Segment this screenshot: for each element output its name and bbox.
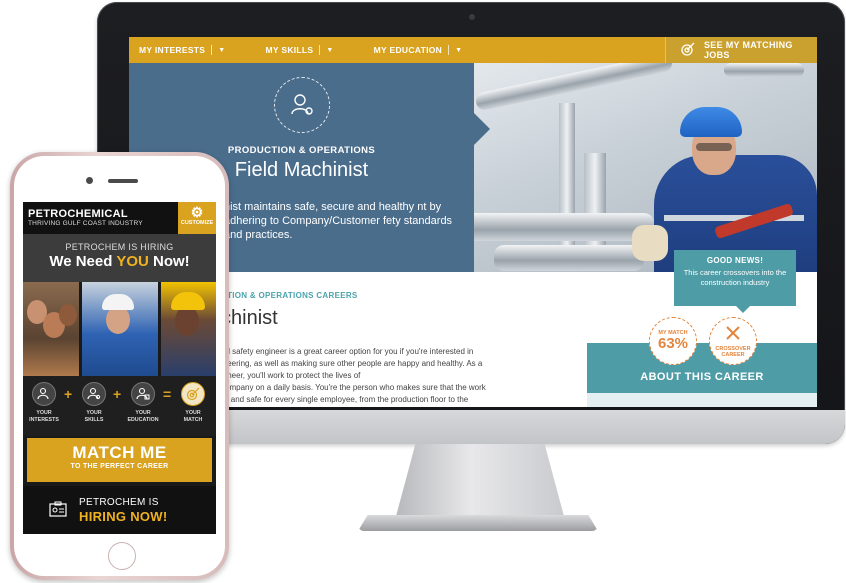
mobile-screen: PETROCHEMICAL THRIVING GULF COAST INDUST… — [23, 202, 216, 534]
target-icon — [680, 42, 696, 58]
match-me-button[interactable]: MATCH ME TO THE PERFECT CAREER — [27, 438, 212, 482]
hiring-banner: PETROCHEM IS HIRING We Need YOU Now! — [23, 234, 216, 282]
careers-body-line: gineer, you'll work to protect the lives… — [221, 371, 361, 380]
careers-body-line: company on a daily basis. You're the per… — [221, 383, 486, 392]
nav-my-skills-label: MY SKILLS — [265, 45, 314, 55]
callout-arrow — [736, 306, 750, 313]
worker-photo-strip — [23, 282, 216, 376]
phone-speaker — [108, 179, 138, 183]
id-card-icon — [49, 501, 67, 522]
crossover-career-badge[interactable]: CROSSOVER CAREER — [709, 317, 757, 365]
my-match-value: 63% — [657, 335, 689, 352]
nav-my-education[interactable]: MY EDUCATION ▼ — [374, 45, 463, 55]
match-me-title: MATCH ME — [72, 443, 167, 462]
nav-my-interests-label: MY INTERESTS — [139, 45, 206, 55]
caret-down-icon: ▼ — [218, 46, 226, 54]
careers-description: nd safety engineer is a great career opt… — [221, 346, 537, 406]
nav-my-interests[interactable]: MY INTERESTS ▼ — [139, 45, 226, 55]
monitor-camera — [469, 14, 475, 20]
refinery-pipe — [494, 245, 644, 271]
person-book-icon — [131, 382, 155, 406]
workers-group-photo — [23, 282, 79, 376]
crossed-tools-icon — [724, 325, 742, 346]
see-matching-jobs-button[interactable]: SEE MY MATCHING JOBS — [665, 37, 817, 63]
machinist-worker-photo — [474, 63, 817, 272]
need-you: YOU — [116, 253, 149, 270]
hardhat-worker-photo — [82, 282, 158, 376]
nav-separator — [211, 45, 213, 55]
brand-name: PETROCHEMICAL — [28, 208, 128, 220]
careers-title: chinist — [221, 307, 278, 329]
hiring-now-line1: PETROCHEM IS — [79, 497, 159, 508]
hard-hat — [102, 294, 134, 310]
hard-hat — [171, 292, 205, 310]
step-education-label: YOUR EDUCATION — [127, 410, 159, 423]
nav-separator — [448, 45, 450, 55]
caret-down-icon: ▼ — [326, 46, 334, 54]
step-education[interactable]: YOUR EDUCATION — [126, 382, 160, 423]
worker-face — [175, 306, 199, 336]
careers-body-line: nd safety engineer is a great career opt… — [221, 347, 474, 356]
refinery-pipe — [724, 63, 804, 77]
hero-arrow-pointer — [474, 113, 490, 145]
caret-down-icon: ▼ — [455, 46, 463, 54]
person-gear-icon — [82, 382, 106, 406]
hiring-now-line2: HIRING NOW! — [79, 509, 168, 524]
monitor-stand-base — [358, 515, 598, 531]
plus-operator: + — [113, 386, 122, 402]
customize-label: CUSTOMIZE — [180, 220, 214, 226]
need-post: Now! — [148, 253, 190, 270]
good-news-text: This career crossovers into the construc… — [683, 268, 787, 287]
careers-body-line: lly and safe for every single employee, … — [221, 395, 469, 404]
step-interests-label: YOUR INTERESTS — [29, 410, 59, 423]
careers-body-line: ineering, as well as making sure other p… — [221, 359, 483, 368]
good-news-callout: GOOD NEWS! This career crossovers into t… — [674, 250, 796, 306]
crossover-career-label: CROSSOVER CAREER — [715, 345, 751, 358]
about-this-career-label: ABOUT THIS CAREER — [640, 371, 764, 383]
hard-hat — [680, 107, 742, 137]
gear-icon: ⚙ — [190, 204, 204, 220]
good-news-title: GOOD NEWS! — [706, 256, 764, 265]
nav-my-skills[interactable]: MY SKILLS ▼ — [266, 45, 334, 55]
step-match-label: YOUR MATCH — [183, 410, 203, 423]
home-button[interactable] — [108, 542, 136, 570]
step-interests[interactable]: YOUR INTERESTS — [27, 382, 61, 423]
about-this-career-button[interactable]: ABOUT THIS CAREER — [587, 343, 817, 393]
step-skills-label: YOUR SKILLS — [84, 410, 104, 423]
desktop-screen: MY INTERESTS ▼ MY SKILLS ▼ MY EDUCATION … — [129, 37, 817, 407]
about-career-content-strip — [587, 393, 817, 407]
female-worker-photo — [161, 282, 216, 376]
monitor-stand — [395, 444, 565, 520]
hiring-now-banner[interactable]: PETROCHEM IS HIRING NOW! — [23, 486, 216, 534]
worker-face — [59, 304, 77, 326]
match-steps: YOUR INTERESTS + YOUR SKILLS + YOUR EDUC… — [23, 376, 216, 436]
nav-separator — [319, 45, 321, 55]
plus-operator: + — [64, 386, 73, 402]
phone-camera — [86, 177, 93, 184]
equals-operator: = — [163, 386, 172, 402]
worker-face — [106, 306, 130, 334]
match-me-subtitle: TO THE PERFECT CAREER — [70, 463, 169, 470]
machinist-person-icon — [274, 77, 330, 133]
work-glove — [632, 225, 668, 261]
my-match-badge: MY MATCH 63% — [649, 317, 697, 365]
customize-button[interactable]: ⚙ CUSTOMIZE — [178, 202, 216, 234]
careers-category-label: CTION & OPERATIONS CAREERS — [221, 291, 358, 300]
need-you-headline: We Need YOU Now! — [23, 253, 216, 270]
hero-description: nist maintains safe, secure and healthy … — [224, 201, 453, 241]
step-skills[interactable]: YOUR SKILLS — [77, 382, 111, 423]
person-heart-icon — [32, 382, 56, 406]
target-icon — [181, 382, 205, 406]
refinery-pipe — [474, 213, 654, 241]
hiring-text: PETROCHEM IS HIRING — [65, 242, 174, 252]
brand-tagline: THRIVING GULF COAST INDUSTRY — [28, 220, 143, 227]
safety-glasses — [696, 143, 732, 151]
need-pre: We Need — [49, 253, 117, 270]
nav-my-education-label: MY EDUCATION — [373, 45, 443, 55]
see-matching-jobs-label: SEE MY MATCHING JOBS — [704, 40, 793, 60]
step-match[interactable]: YOUR MATCH — [176, 382, 210, 423]
desktop-nav-bar: MY INTERESTS ▼ MY SKILLS ▼ MY EDUCATION … — [129, 37, 817, 63]
mobile-header: PETROCHEMICAL THRIVING GULF COAST INDUST… — [23, 202, 216, 234]
